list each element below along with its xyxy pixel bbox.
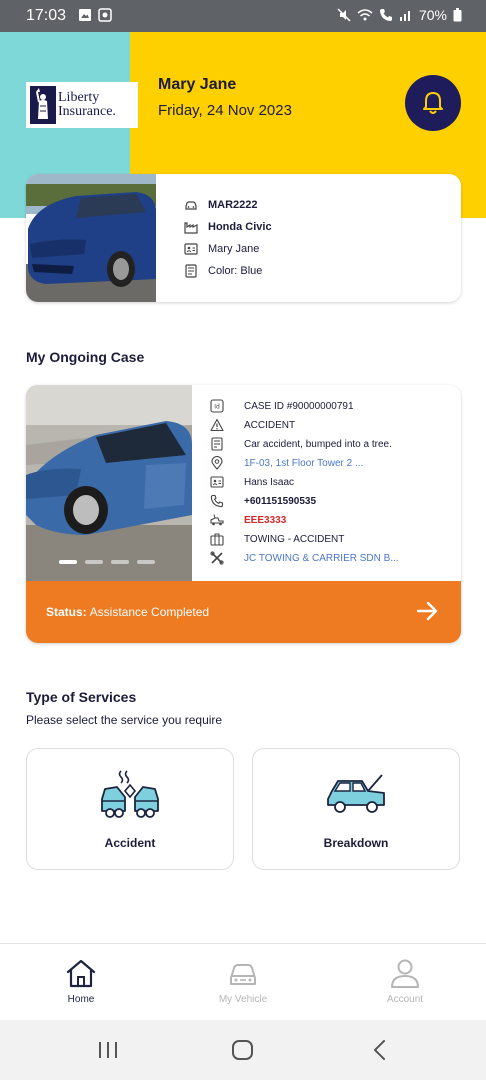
battery-percent: 70% xyxy=(418,7,447,23)
id-card-icon xyxy=(184,242,198,256)
ongoing-case-card[interactable]: Id CASE ID #90000000791 ACCIDENT Car acc… xyxy=(26,385,461,643)
vehicle-color: Color: Blue xyxy=(208,265,263,277)
car-icon xyxy=(184,198,198,212)
status-time: 17:03 xyxy=(26,7,67,24)
system-navigation-bar xyxy=(0,1020,486,1080)
case-status-bar[interactable]: Status: Assistance Completed xyxy=(26,581,461,643)
user-name: Mary Jane xyxy=(158,76,237,93)
nav-my-vehicle-label: My Vehicle xyxy=(218,994,268,1005)
logo-text-line2: Insurance. xyxy=(58,104,116,119)
status-bar: 17:03 70% xyxy=(0,0,486,32)
statue-logo-icon xyxy=(30,86,56,124)
screen-record-icon xyxy=(98,8,112,22)
carousel-indicator xyxy=(59,560,155,564)
bottom-navigation: Home My Vehicle Account xyxy=(0,943,486,1020)
case-service: TOWING - ACCIDENT xyxy=(244,533,345,545)
notification-button[interactable] xyxy=(405,75,461,131)
nav-account[interactable]: Account xyxy=(324,944,486,1021)
signal-icon xyxy=(399,11,410,21)
nav-account-label: Account xyxy=(386,994,424,1005)
home-button-icon[interactable] xyxy=(231,1039,255,1061)
location-pin-icon xyxy=(210,456,224,470)
car-icon xyxy=(230,964,256,985)
user-icon xyxy=(391,959,419,988)
gallery-icon xyxy=(79,9,91,21)
toolbox-icon xyxy=(210,532,224,546)
tow-truck-plate: EEE3333 xyxy=(244,514,287,526)
back-icon[interactable] xyxy=(371,1039,387,1061)
bell-icon xyxy=(423,92,443,114)
carousel-dot[interactable] xyxy=(111,560,129,564)
vehicle-owner: Mary Jane xyxy=(208,243,260,255)
services-subtitle: Please select the service you require xyxy=(26,713,223,727)
mute-icon xyxy=(337,8,351,22)
call-icon xyxy=(379,9,392,21)
tools-icon xyxy=(210,551,224,565)
vehicle-model: Honda Civic xyxy=(208,221,272,233)
phone-icon xyxy=(210,494,224,508)
contact-card-icon xyxy=(210,475,224,489)
vehicle-card[interactable]: MAR2222 Honda Civic Mary Jane Color: Blu… xyxy=(26,174,461,302)
document-icon xyxy=(184,264,198,278)
tow-truck-icon xyxy=(210,513,224,527)
carousel-dot[interactable] xyxy=(85,560,103,564)
breakdown-service-button[interactable]: Breakdown xyxy=(252,748,460,870)
nav-home-label: Home xyxy=(67,994,95,1005)
nav-home[interactable]: Home xyxy=(0,944,162,1021)
carousel-dot[interactable] xyxy=(137,560,155,564)
liberty-insurance-logo: Liberty Insurance. xyxy=(26,82,138,128)
breakdown-label: Breakdown xyxy=(323,836,389,850)
logo-text-line1: Liberty xyxy=(58,90,100,105)
battery-icon xyxy=(453,8,462,22)
nav-my-vehicle[interactable]: My Vehicle xyxy=(162,944,324,1021)
ongoing-case-title: My Ongoing Case xyxy=(26,349,145,365)
carousel-dot[interactable] xyxy=(59,560,77,564)
contact-phone[interactable]: +601151590535 xyxy=(244,496,316,507)
note-icon xyxy=(210,437,224,451)
vehicle-photo xyxy=(26,174,156,302)
wifi-icon xyxy=(357,9,373,21)
home-icon xyxy=(66,959,96,988)
warning-icon xyxy=(210,418,224,432)
accident-label: Accident xyxy=(104,836,156,850)
car-breakdown-icon xyxy=(327,774,385,813)
case-location-link[interactable]: 1F-03, 1st Floor Tower 2 ... xyxy=(244,458,363,469)
status-value: Assistance Completed xyxy=(89,605,210,619)
services-title: Type of Services xyxy=(26,689,137,705)
case-id: CASE ID #90000000791 xyxy=(244,400,354,412)
current-date: Friday, 24 Nov 2023 xyxy=(158,102,292,119)
svg-text:Id: Id xyxy=(214,404,220,411)
case-description: Car accident, bumped into a tree. xyxy=(244,438,392,450)
accident-service-button[interactable]: Accident xyxy=(26,748,234,870)
recent-apps-icon[interactable] xyxy=(96,1040,120,1060)
case-type: ACCIDENT xyxy=(244,419,296,431)
id-badge-icon: Id xyxy=(210,399,224,413)
car-crash-icon xyxy=(101,770,159,818)
factory-icon xyxy=(184,220,198,234)
status-label: Status: xyxy=(46,605,87,619)
arrow-right-icon[interactable] xyxy=(415,599,439,623)
vehicle-plate: MAR2222 xyxy=(208,199,258,211)
contact-name: Hans Isaac xyxy=(244,476,295,488)
case-company-link[interactable]: JC TOWING & CARRIER SDN B... xyxy=(244,553,399,564)
case-photo[interactable] xyxy=(26,385,192,581)
